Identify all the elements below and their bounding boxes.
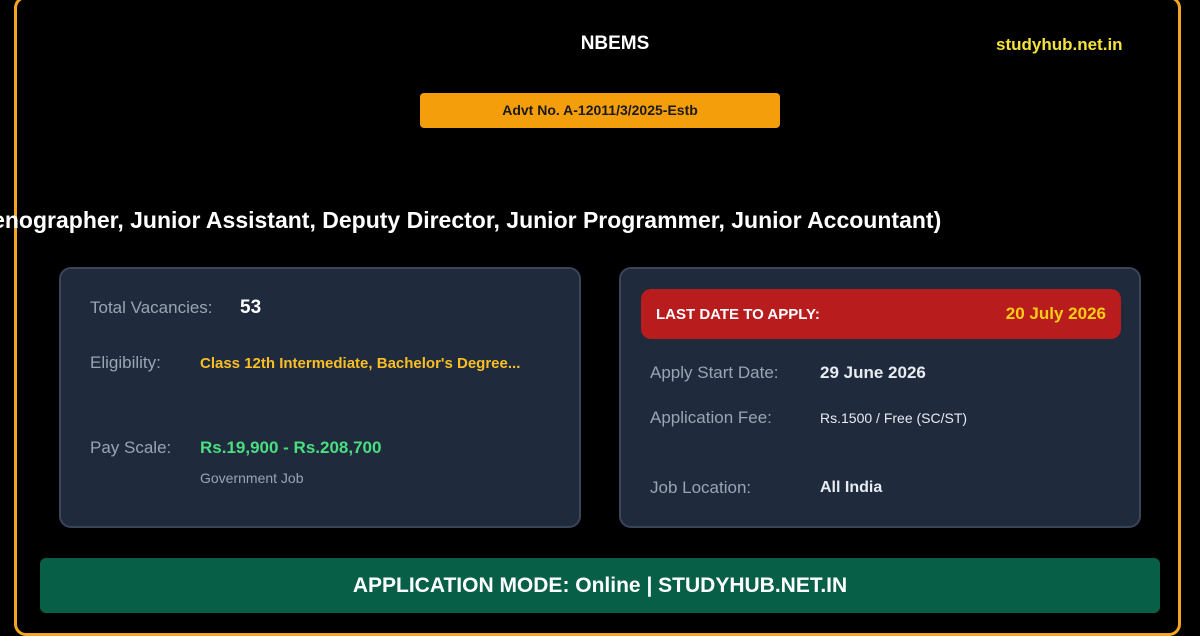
job-type-text: Government Job xyxy=(200,470,304,486)
last-date-label: LAST DATE TO APPLY: xyxy=(656,306,820,323)
job-location-value: All India xyxy=(820,479,883,496)
site-name[interactable]: studyhub.net.in xyxy=(996,35,1123,55)
last-date-banner: LAST DATE TO APPLY: 20 July 2026 xyxy=(641,289,1121,339)
last-date-value: 20 July 2026 xyxy=(1005,304,1106,323)
advertisement-number-badge: Advt No. A-12011/3/2025-Estb xyxy=(420,93,780,128)
application-mode-bar: APPLICATION MODE: Online | STUDYHUB.NET.… xyxy=(40,558,1160,613)
pay-scale-label: Pay Scale: xyxy=(90,438,172,457)
headline-container: Group A, B & C Various Posts (Stenograph… xyxy=(0,207,1200,234)
apply-start-label: Apply Start Date: xyxy=(650,363,779,382)
summary-card: Total Vacancies: 53 Eligibility: Class 1… xyxy=(59,267,581,528)
eligibility-value: Class 12th Intermediate, Bachelor's Degr… xyxy=(200,355,521,372)
post-headline: Group A, B & C Various Posts (Stenograph… xyxy=(0,207,942,233)
pay-scale-value: Rs.19,900 - Rs.208,700 xyxy=(200,438,382,457)
job-location-label: Job Location: xyxy=(650,478,752,497)
eligibility-label: Eligibility: xyxy=(90,353,161,372)
vacancies-value: 53 xyxy=(240,297,262,318)
application-fee-label: Application Fee: xyxy=(650,408,772,427)
application-fee-value: Rs.1500 / Free (SC/ST) xyxy=(820,410,968,426)
dates-card: LAST DATE TO APPLY: 20 July 2026 Apply S… xyxy=(619,267,1141,528)
vacancies-label: Total Vacancies: xyxy=(90,298,213,317)
apply-start-value: 29 June 2026 xyxy=(820,363,926,382)
